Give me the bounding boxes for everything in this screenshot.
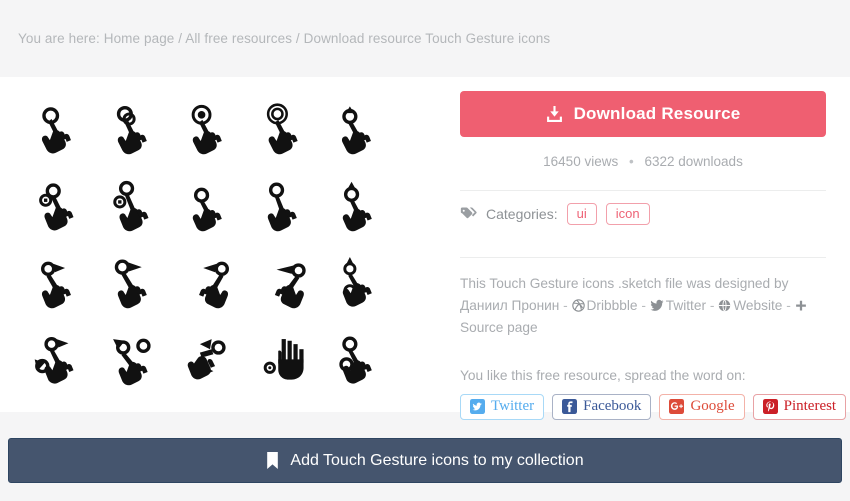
add-to-collection-button[interactable]: Add Touch Gesture icons to my collection: [8, 438, 842, 483]
flick-left-icon: [22, 245, 97, 322]
description-dash-3: -: [709, 298, 715, 314]
plus-icon: [795, 300, 807, 312]
resource-stats: 16450 views • 6322 downloads: [460, 154, 826, 169]
description-author: Даниил Пронин: [460, 298, 560, 314]
main-content-panel: Download Resource 16450 views • 6322 dow…: [0, 77, 850, 420]
swipe-left-icon: [172, 168, 247, 245]
resource-info: Download Resource 16450 views • 6322 dow…: [452, 77, 850, 420]
icon-grid: [22, 91, 452, 399]
share-facebook-label: Facebook: [583, 397, 642, 414]
share-twitter-label: Twitter: [491, 397, 535, 414]
twitter-icon: [470, 398, 485, 414]
flick-right-icon: [172, 245, 247, 322]
resource-preview: [0, 77, 452, 412]
facebook-icon: [562, 398, 578, 414]
category-tag-icon[interactable]: icon: [605, 202, 650, 225]
flick-up-icon: [97, 245, 172, 322]
drag-down-icon: [22, 168, 97, 245]
tap-ripple-icon: [247, 91, 322, 168]
dribbble-link[interactable]: Dribbble: [587, 298, 638, 313]
share-buttons: Twitter Facebook Google Pinterest: [460, 383, 847, 420]
category-tag-ui[interactable]: ui: [566, 202, 597, 225]
views-count: 16450 views: [543, 154, 619, 169]
open-palm-icon: [247, 322, 322, 399]
page-footer-spacer: [0, 483, 850, 501]
tap-hold-icon: [97, 91, 172, 168]
swipe-up-icon: [322, 91, 397, 168]
pinterest-icon: [762, 398, 778, 414]
pinch-vertical-icon: [322, 245, 397, 322]
breadcrumb[interactable]: You are here: Home page / All free resou…: [18, 31, 550, 46]
share-facebook-button[interactable]: Facebook: [552, 393, 652, 420]
download-button-label: Download Resource: [573, 104, 741, 123]
download-icon: [546, 105, 563, 123]
globe-icon: [718, 299, 731, 312]
swipe-right-icon: [247, 168, 322, 245]
twitter-link[interactable]: Twitter: [666, 298, 706, 313]
description-dash-1: -: [563, 298, 568, 314]
two-finger-tap-icon: [322, 322, 397, 399]
bookmark-icon: [266, 452, 279, 469]
pinch-out-icon: [97, 322, 172, 399]
description-dash-2: -: [641, 298, 646, 314]
drag-double-icon: [97, 168, 172, 245]
share-pinterest-button[interactable]: Pinterest: [752, 393, 847, 420]
breadcrumb-bar: You are here: Home page / All free resou…: [0, 0, 850, 77]
swipe-vertical-icon: [322, 168, 397, 245]
twitter-icon: [650, 299, 664, 312]
share-twitter-button[interactable]: Twitter: [460, 393, 545, 420]
share-prompt: You like this free resource, spread the …: [460, 367, 746, 383]
categories-row: Categories: ui icon: [460, 191, 826, 236]
rotate-icon: [172, 322, 247, 399]
google-plus-icon: [669, 398, 685, 414]
website-link[interactable]: Website: [733, 298, 782, 313]
two-finger-drag-icon: [247, 245, 322, 322]
share-pinterest-label: Pinterest: [783, 397, 837, 414]
tag-icon: [460, 206, 477, 221]
download-resource-button[interactable]: Download Resource: [460, 91, 826, 137]
categories-label: Categories:: [486, 205, 558, 222]
share-google-label: Google: [690, 397, 735, 414]
stats-separator: •: [628, 154, 634, 169]
source-page-link[interactable]: Source page: [460, 320, 538, 335]
dribbble-icon: [571, 299, 585, 312]
tap-icon: [22, 91, 97, 168]
add-to-collection-label: Add Touch Gesture icons to my collection: [290, 451, 584, 469]
share-google-button[interactable]: Google: [659, 393, 745, 420]
downloads-count: 6322 downloads: [644, 154, 743, 169]
description-prefix: This Touch Gesture icons .sketch file wa…: [460, 276, 789, 291]
double-tap-icon: [172, 91, 247, 168]
resource-description: This Touch Gesture icons .sketch file wa…: [460, 258, 826, 340]
pinch-in-icon: [22, 322, 97, 399]
description-dash-4: -: [786, 298, 791, 314]
